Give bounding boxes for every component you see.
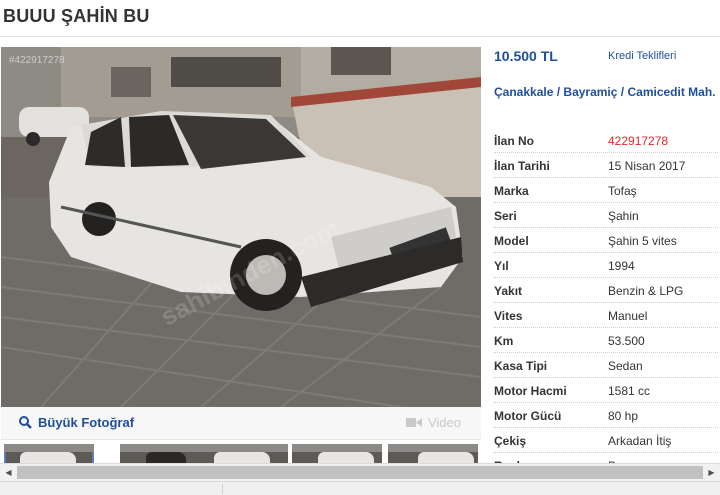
- scroll-right-arrow-icon[interactable]: ▶: [703, 464, 720, 481]
- magnifier-icon: [19, 416, 32, 429]
- listing-id-value: 422917278: [608, 134, 669, 148]
- detail-row: Model Şahin 5 vites: [494, 228, 718, 253]
- thumbnail-1[interactable]: [4, 444, 94, 464]
- detail-row: Marka Tofaş: [494, 178, 718, 203]
- location-separator: /: [556, 85, 561, 99]
- detail-value: Şahin: [608, 209, 639, 223]
- detail-row: Yakıt Benzin & LPG: [494, 278, 718, 303]
- detail-value: 15 Nisan 2017: [608, 159, 686, 173]
- credit-offers-link[interactable]: Kredi Teklifleri: [608, 50, 676, 62]
- detail-row: Çekiş Arkadan İtiş: [494, 428, 718, 453]
- detail-key: Yakıt: [494, 284, 523, 298]
- detail-key: Seri: [494, 209, 517, 223]
- detail-value: 80 hp: [608, 409, 639, 423]
- scroll-left-arrow-icon[interactable]: ◀: [0, 464, 17, 481]
- detail-row: Seri Şahin: [494, 203, 718, 228]
- detail-key: Marka: [494, 184, 529, 198]
- location-district-link[interactable]: Bayramiç: [563, 85, 617, 99]
- detail-row: Motor Gücü 80 hp: [494, 403, 718, 428]
- detail-value: Şahin 5 vites: [608, 234, 677, 248]
- location-city-link[interactable]: Çanakkale: [494, 85, 553, 99]
- detail-key: Motor Gücü: [494, 409, 562, 423]
- detail-key: Km: [494, 334, 514, 348]
- detail-row: Motor Hacmi 1581 cc: [494, 378, 718, 403]
- detail-row: Vites Manuel: [494, 303, 718, 328]
- detail-key: Vites: [494, 309, 523, 323]
- scrollbar-thumb[interactable]: [17, 466, 703, 479]
- listing-title: BUUU ŞAHİN BU: [3, 6, 150, 26]
- detail-key: İlan No: [494, 134, 535, 148]
- thumbnail-strip: [4, 444, 480, 464]
- location-separator: /: [620, 85, 625, 99]
- detail-row: Kasa Tipi Sedan: [494, 353, 718, 378]
- detail-value: Manuel: [608, 309, 648, 323]
- detail-key: İlan Tarihi: [494, 159, 550, 173]
- location-neighborhood-link[interactable]: Camicedit Mah.: [627, 85, 715, 99]
- price: 10.500 TL: [494, 48, 558, 64]
- video-button[interactable]: Video: [405, 415, 461, 430]
- detail-value: Arkadan İtiş: [608, 434, 672, 448]
- detail-value: Tofaş: [608, 184, 637, 198]
- detail-value: Sedan: [608, 359, 643, 373]
- detail-key: Model: [494, 234, 529, 248]
- detail-row: Yıl 1994: [494, 253, 718, 278]
- big-photo-label: Büyük Fotoğraf: [38, 415, 135, 430]
- detail-row: İlan No 422917278: [494, 128, 718, 153]
- title-divider: [0, 36, 720, 37]
- detail-row: Km 53.500: [494, 328, 718, 353]
- thumbnail-2[interactable]: [120, 444, 210, 464]
- detail-key: Motor Hacmi: [494, 384, 567, 398]
- status-bar: [0, 481, 720, 495]
- thumbnail-4[interactable]: [292, 444, 382, 464]
- detail-key: Yıl: [494, 259, 509, 273]
- detail-value: 1994: [608, 259, 635, 273]
- listing-details: İlan No 422917278 İlan Tarihi 15 Nisan 2017…: [494, 128, 718, 464]
- car-photo-illustration: [1, 47, 481, 407]
- detail-value: Benzin & LPG: [608, 284, 684, 298]
- video-camera-icon: [405, 418, 422, 427]
- detail-row: İlan Tarihi 15 Nisan 2017: [494, 153, 718, 178]
- location-breadcrumb: Çanakkale / Bayramiç / Camicedit Mah.: [494, 85, 716, 100]
- detail-value: 53.500: [608, 334, 645, 348]
- big-photo-button[interactable]: Büyük Fotoğraf: [19, 415, 134, 430]
- photo-toolbar: Büyük Fotoğraf Video: [1, 407, 481, 440]
- detail-value: 1581 cc: [608, 384, 651, 398]
- main-photo[interactable]: #422917278 sahibinden.com: [1, 47, 481, 407]
- thumbnail-3[interactable]: [198, 444, 288, 464]
- detail-key: Kasa Tipi: [494, 359, 548, 373]
- video-label: Video: [427, 415, 461, 430]
- detail-key: Çekiş: [494, 434, 527, 448]
- photo-id-overlay: #422917278: [9, 55, 65, 66]
- horizontal-scrollbar[interactable]: ◀ ▶: [0, 463, 720, 481]
- thumbnail-5[interactable]: [388, 444, 478, 464]
